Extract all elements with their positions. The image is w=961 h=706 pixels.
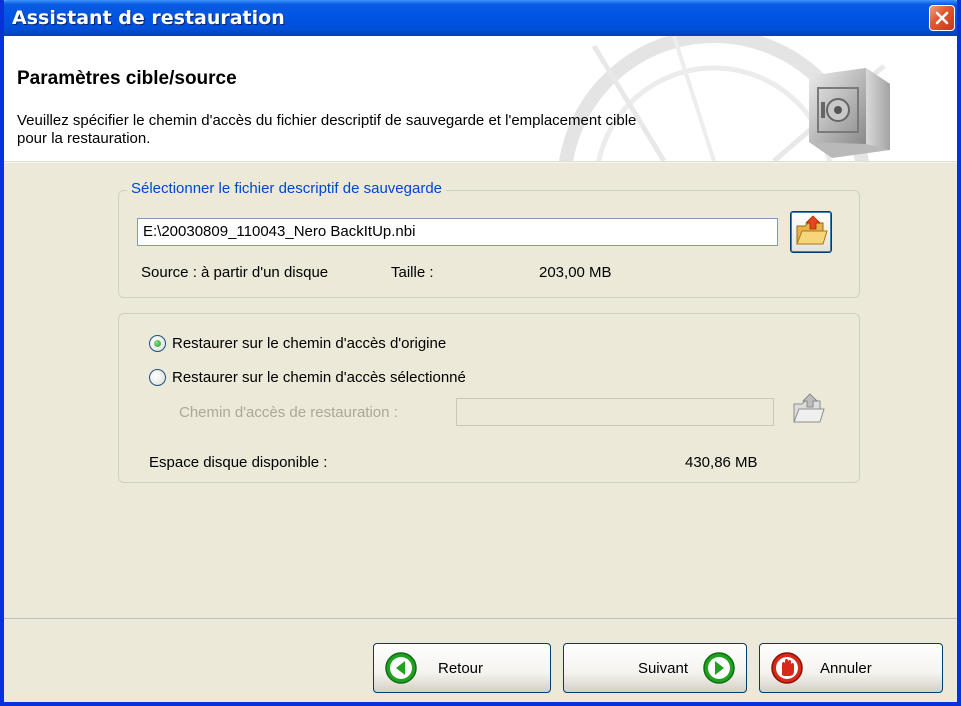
back-button-label: Retour <box>438 659 484 677</box>
size-value: 203,00 MB <box>539 264 612 281</box>
restore-path-input[interactable] <box>456 398 774 426</box>
radio-selected-label: Restaurer sur le chemin d'accès sélectio… <box>172 368 466 386</box>
page-title: Paramètres cible/source <box>17 68 237 89</box>
header-divider <box>4 161 957 163</box>
restore-path-label: Chemin d'accès de restauration : <box>179 404 398 421</box>
next-button-label: Suivant <box>637 659 688 677</box>
next-button[interactable]: Suivant <box>563 643 747 693</box>
arrow-right-icon <box>703 652 735 684</box>
close-button[interactable] <box>929 5 955 31</box>
radio-original-path[interactable]: Restaurer sur le chemin d'accès d'origin… <box>149 332 446 354</box>
browse-restore-path-button[interactable] <box>788 390 830 432</box>
open-folder-icon <box>796 215 828 245</box>
restore-wizard-window: Assistant de restauration Paramètres cib… <box>0 0 961 706</box>
radio-selected-path[interactable]: Restaurer sur le chemin d'accès sélectio… <box>149 366 466 388</box>
footer-divider <box>4 618 957 620</box>
size-label: Taille : <box>391 264 434 281</box>
backup-file-path-input[interactable]: E:\20030809_110043_Nero BackItUp.nbi <box>137 218 778 246</box>
radio-original-label: Restaurer sur le chemin d'accès d'origin… <box>172 334 447 352</box>
free-space-label: Espace disque disponible : <box>149 454 328 471</box>
wizard-header: Paramètres cible/source Veuillez spécifi… <box>4 36 957 161</box>
cancel-button[interactable]: Annuler <box>759 643 943 693</box>
arrow-left-icon <box>385 652 417 684</box>
back-button[interactable]: Retour <box>373 643 551 693</box>
radio-button-checked[interactable] <box>149 334 166 352</box>
title-bar[interactable]: Assistant de restauration <box>4 0 957 36</box>
stop-hand-icon <box>771 652 803 684</box>
close-icon <box>935 11 949 25</box>
open-folder-icon <box>793 393 825 423</box>
radio-button-unchecked[interactable] <box>149 368 166 386</box>
safe-icon <box>809 68 890 158</box>
browse-file-button[interactable] <box>790 211 832 253</box>
restore-target-group: Restaurer sur le chemin d'accès d'origin… <box>118 313 860 483</box>
free-space-value: 430,86 MB <box>685 454 758 471</box>
source-group-legend: Sélectionner le fichier descriptif de sa… <box>127 180 447 197</box>
page-description: Veuillez spécifier le chemin d'accès du … <box>17 112 637 147</box>
cancel-button-label: Annuler <box>820 659 872 677</box>
source-label: Source : à partir d'un disque <box>141 264 329 281</box>
source-file-group: Sélectionner le fichier descriptif de sa… <box>118 180 860 298</box>
window-title: Assistant de restauration <box>12 7 285 29</box>
